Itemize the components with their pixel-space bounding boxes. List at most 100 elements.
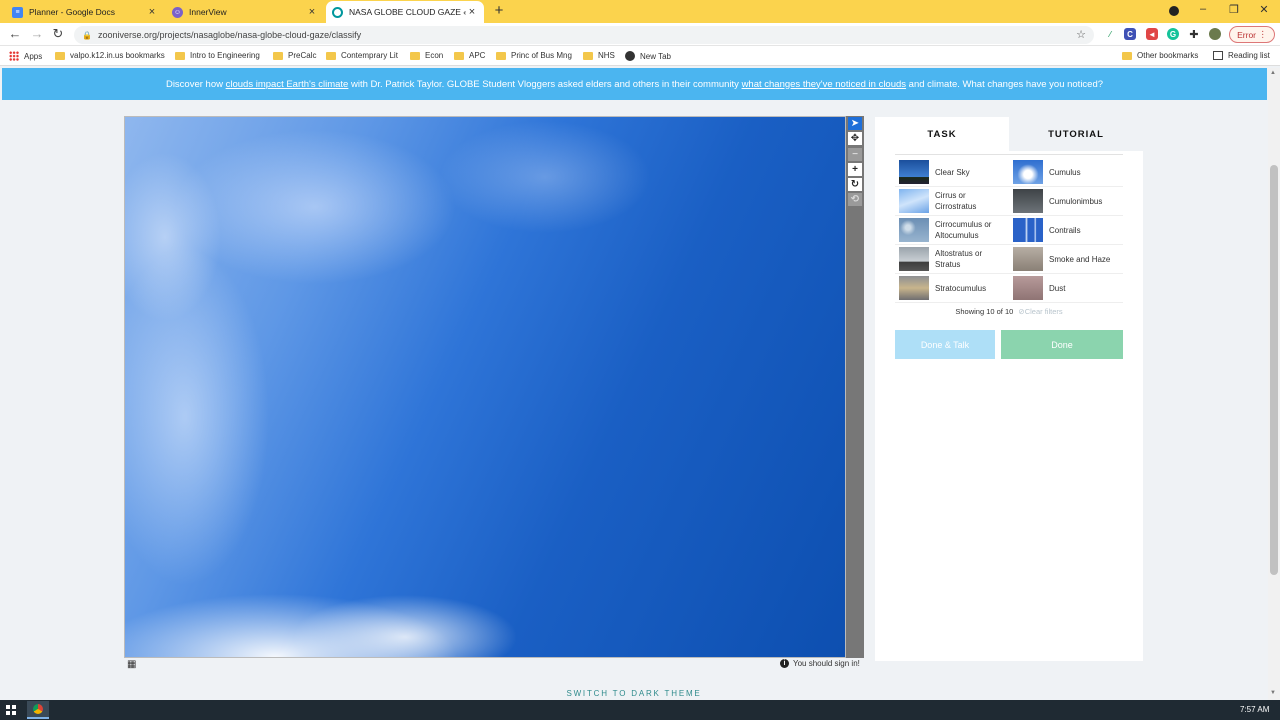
contrails-thumbnail [1013, 218, 1043, 242]
tab-innerview[interactable]: ☺ InnerView × [166, 1, 324, 23]
choice-label: Stratocumulus [935, 283, 987, 293]
zoom-out-icon[interactable]: − [848, 148, 862, 161]
stratocumulus-thumbnail [899, 276, 929, 300]
clouds-changes-link[interactable]: what changes they've noticed in clouds [742, 79, 906, 90]
folder-icon [410, 51, 420, 60]
windows-start-icon[interactable] [6, 705, 16, 715]
bookmark-label: APC [469, 51, 486, 60]
bookmark-princ-bus-mng[interactable]: Princ of Bus Mng [496, 51, 572, 60]
choice-cumulonimbus[interactable]: Cumulonimbus [1009, 187, 1123, 216]
rotate-icon[interactable]: ↻ [848, 178, 862, 191]
bookmark-label: Princ of Bus Mng [511, 51, 572, 60]
clear-filters-link[interactable]: ⊘Clear filters [1018, 307, 1062, 316]
grammarly-icon[interactable]: G [1167, 28, 1179, 40]
windows-taskbar: 7:57 AM [0, 700, 1280, 720]
choice-altostratus[interactable]: Altostratus or Stratus [895, 245, 1009, 274]
choice-stratocumulus[interactable]: Stratocumulus [895, 274, 1009, 303]
grid-view-icon[interactable]: ▦ [127, 659, 136, 670]
error-badge[interactable]: Error ⋮ [1229, 26, 1275, 43]
choice-dust[interactable]: Dust [1009, 274, 1123, 303]
announcement-part: and climate. What changes have you notic… [906, 78, 1104, 90]
bookmark-other[interactable]: Other bookmarks [1122, 51, 1198, 60]
chrome-taskbar-button[interactable] [27, 701, 49, 719]
restore-icon[interactable]: ❐ [1227, 3, 1241, 16]
choice-smoke-haze[interactable]: Smoke and Haze [1009, 245, 1123, 274]
choice-cumulus[interactable]: Cumulus [1009, 158, 1123, 187]
choice-cirrocumulus[interactable]: Cirrocumulus or Altocumulus [895, 216, 1009, 245]
bookmark-label: PreCalc [288, 51, 317, 60]
profile-icon[interactable] [1169, 6, 1179, 16]
clock[interactable]: 7:57 AM [1240, 705, 1269, 714]
bookmark-apps[interactable]: Apps [9, 51, 42, 61]
choice-label: Smoke and Haze [1049, 254, 1111, 264]
bookmark-contemprary-lit[interactable]: Contemprary Lit [326, 51, 398, 60]
choice-contrails[interactable]: Contrails [1009, 216, 1123, 245]
zoom-in-icon[interactable]: + [848, 163, 862, 176]
browser-toolbar: ← → ↻ 🔒 zooniverse.org/projects/nasaglob… [0, 23, 1280, 46]
avatar[interactable] [1209, 28, 1221, 40]
done-and-talk-button[interactable]: Done & Talk [895, 330, 995, 359]
puzzle-icon[interactable]: ✚ [1188, 28, 1200, 41]
tab-cloud-gaze[interactable]: NASA GLOBE CLOUD GAZE « Cla × [326, 1, 484, 23]
extension-icon[interactable]: ⁄ [1104, 28, 1116, 40]
altostratus-thumbnail [899, 247, 929, 271]
bookmark-label: Intro to Engineering [190, 51, 260, 60]
showing-count: Showing 10 of 10 [955, 307, 1014, 316]
back-icon[interactable]: ← [8, 27, 22, 41]
bookmark-label: Reading list [1228, 51, 1270, 60]
announcement-part: Discover how [165, 78, 226, 90]
choice-label: Altostratus or Stratus [935, 249, 983, 269]
minimize-icon[interactable]: – [1196, 3, 1210, 15]
folder-icon [583, 51, 593, 60]
docs-icon: ≡ [12, 6, 23, 18]
extension-icon[interactable]: ◄ [1146, 28, 1158, 40]
switch-dark-theme-button[interactable]: SWITCH TO DARK THEME [0, 689, 1268, 698]
choice-label: Dust [1049, 283, 1066, 293]
new-tab-icon[interactable]: + [491, 2, 507, 19]
announcement-text: Discover how clouds impact Earth's clima… [166, 79, 1103, 90]
choice-label: Cumulus [1049, 167, 1081, 177]
bookmark-econ[interactable]: Econ [410, 51, 443, 60]
choice-clear-sky[interactable]: Clear Sky [895, 158, 1009, 187]
extension-icon[interactable]: C [1124, 28, 1136, 40]
scroll-up-icon[interactable]: ▲ [1270, 70, 1276, 76]
url-text: zooniverse.org/projects/nasaglobe/nasa-g… [97, 30, 362, 40]
reload-icon[interactable]: ↻ [51, 27, 65, 41]
tab-task[interactable]: TASK [875, 117, 1009, 151]
reading-list[interactable]: Reading list [1213, 51, 1270, 60]
smoke-haze-thumbnail [1013, 247, 1043, 271]
folder-icon [496, 51, 506, 60]
pointer-icon[interactable]: ➤ [848, 117, 862, 130]
climate-link[interactable]: clouds impact Earth's climate [226, 79, 349, 90]
clear-sky-thumbnail [899, 160, 929, 184]
choice-cirrus[interactable]: Cirrus or Cirrostratus [895, 187, 1009, 216]
bookmark-nhs[interactable]: NHS [583, 51, 615, 60]
address-bar[interactable]: 🔒 zooniverse.org/projects/nasaglobe/nasa… [74, 26, 1094, 44]
sky-subject-image[interactable] [124, 116, 846, 658]
done-button[interactable]: Done [1001, 330, 1123, 359]
move-icon[interactable]: ✥ [848, 132, 862, 145]
close-icon[interactable]: × [306, 6, 318, 18]
page-scroll-thumb[interactable] [1270, 165, 1278, 575]
bookmark-star-icon[interactable]: ☆ [1076, 28, 1086, 41]
sign-in-text: You should sign in! [793, 659, 860, 668]
tab-tutorial[interactable]: TUTORIAL [1009, 117, 1143, 151]
innerview-icon: ☺ [172, 6, 183, 18]
choice-label: Contrails [1049, 225, 1081, 235]
bookmark-label: Apps [24, 51, 43, 61]
bookmark-intro-engineering[interactable]: Intro to Engineering [175, 51, 260, 60]
bookmark-new-tab[interactable]: New Tab [625, 51, 671, 61]
tab-planner[interactable]: ≡ Planner - Google Docs × [6, 1, 164, 23]
bookmark-apc[interactable]: APC [454, 51, 485, 60]
close-icon[interactable]: × [146, 6, 158, 18]
scroll-down-icon[interactable]: ▼ [1270, 690, 1276, 696]
close-window-icon[interactable]: ✕ [1257, 3, 1271, 16]
bookmark-precalc[interactable]: PreCalc [273, 51, 316, 60]
forward-icon[interactable]: → [30, 27, 44, 41]
reset-icon[interactable]: ⟲ [848, 193, 862, 206]
bookmark-valpo[interactable]: valpo.k12.in.us bookmarks [55, 51, 165, 60]
sign-in-notice[interactable]: i You should sign in! [780, 659, 860, 668]
announcement-part: with Dr. Patrick Taylor. GLOBE Student V… [348, 78, 742, 90]
close-icon[interactable]: × [466, 6, 478, 18]
error-label: Error [1237, 29, 1256, 40]
